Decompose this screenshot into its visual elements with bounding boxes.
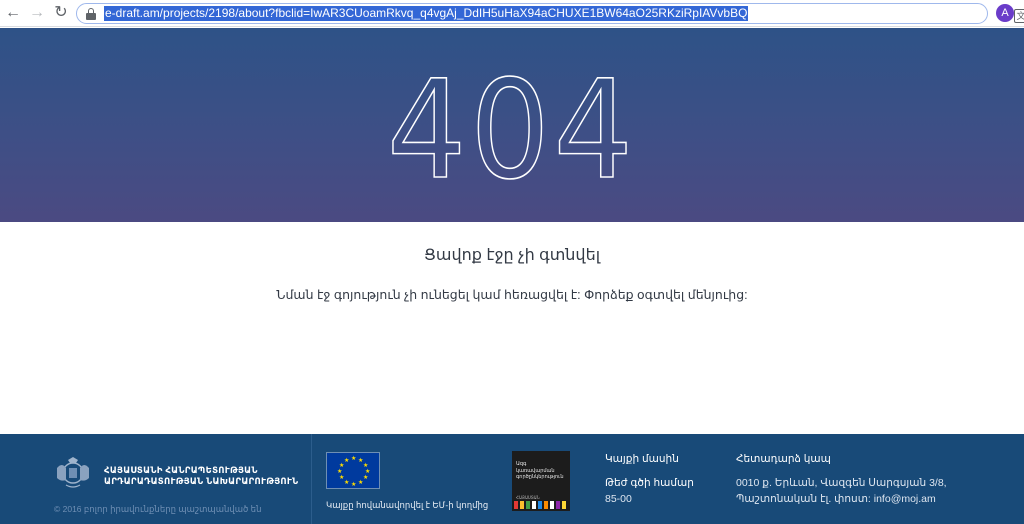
translate-icon[interactable]: 文 xyxy=(1014,9,1024,23)
reload-icon[interactable]: ↻ xyxy=(52,4,70,22)
eu-caption: Կայքը հովանավորվել է ԵՄ-ի կողմից xyxy=(326,500,489,510)
reforms-partnership-logo[interactable]: Ազգ կառավարման գործընկերություն ՀԱՅԱՍՏԱՆ xyxy=(512,451,570,511)
arrow-right-icon[interactable]: → xyxy=(28,4,46,22)
ministry-name[interactable]: ՀԱՅԱՍՏԱՆԻ ՀԱՆՐԱՊԵՏՈՒԹՅԱՆ ԱՐԴԱՐԱԴԱՏՈՒԹՅԱՆ… xyxy=(104,465,298,487)
coat-of-arms-icon[interactable] xyxy=(54,456,92,490)
contact-heading[interactable]: Հետադարձ կապ xyxy=(736,453,831,465)
footer: ՀԱՅԱՍՏԱՆԻ ՀԱՆՐԱՊԵՏՈՒԹՅԱՆ ԱՐԴԱՐԱԴԱՏՈՒԹՅԱՆ… xyxy=(0,434,1024,524)
address-line-1: 0010 ք. Երևան, Վազգեն Սարգսյան 3/8, xyxy=(736,477,947,489)
ministry-line-2: ԱՐԴԱՐԱԴԱՏՈՒԹՅԱՆ ՆԱԽԱՐԱՐՈՒԹՅՈՒՆ xyxy=(104,476,299,486)
page-title: Ցավոք էջը չի գտնվել xyxy=(423,247,601,264)
reforms-logo-text: Ազգ կառավարման գործընկերություն xyxy=(516,461,564,481)
arrow-left-icon[interactable]: ← xyxy=(4,4,22,22)
error-code-text: 404 xyxy=(386,52,637,210)
reforms-logo-stripes xyxy=(514,501,568,509)
address-bar[interactable]: e-draft.am/projects/2198/about?fbclid=Iw… xyxy=(76,3,1024,24)
browser-toolbar: ← → ↻ e-draft.am/projects/2198/about?fbc… xyxy=(0,0,1024,27)
eu-flag-icon[interactable]: ★ ★ ★ ★ ★ ★ ★ ★ ★ ★ ★ ★ xyxy=(326,452,380,489)
hero-banner: 404 xyxy=(0,28,1024,222)
about-link[interactable]: Կայքի մասին xyxy=(605,453,679,465)
reforms-logo-line: գործընկերություն xyxy=(516,474,564,480)
hotline-label: Թեժ գծի համար xyxy=(605,477,694,489)
error-code: 404 xyxy=(0,52,1024,210)
error-message: Նման էջ գոյություն չի ունեցել կամ հեռացվ… xyxy=(276,288,748,302)
profile-avatar[interactable]: A xyxy=(996,4,1014,22)
address-line-2[interactable]: Պաշտոնական էլ. փոստ: info@moj.am xyxy=(736,493,936,505)
copyright: © 2016 բոլոր իրավունքները պաշտպանված են xyxy=(54,504,262,514)
ministry-line-1: ՀԱՅԱՍՏԱՆԻ ՀԱՆՐԱՊԵՏՈՒԹՅԱՆ xyxy=(104,465,258,475)
hotline-number[interactable]: 85-00 xyxy=(605,493,632,505)
reforms-logo-sub: ՀԱՅԱՍՏԱՆ xyxy=(516,495,540,500)
footer-divider xyxy=(311,434,312,524)
url-text[interactable]: e-draft.am/projects/2198/about?fbclid=Iw… xyxy=(104,6,749,21)
lock-icon[interactable] xyxy=(86,8,96,20)
